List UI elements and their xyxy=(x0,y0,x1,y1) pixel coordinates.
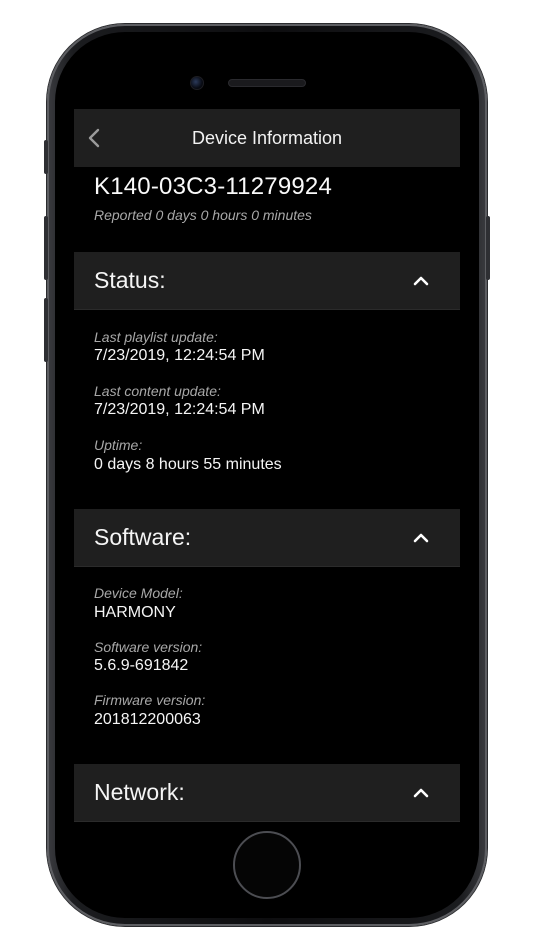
field-label-last-content-update: Last content update: xyxy=(94,383,221,399)
field-label-uptime: Uptime: xyxy=(94,437,143,453)
field-label-device-model: Device Model: xyxy=(94,585,183,601)
mute-switch xyxy=(44,140,48,174)
chevron-up-icon xyxy=(412,529,430,547)
field-label-last-playlist-update: Last playlist update: xyxy=(94,329,218,345)
section-title: Status: xyxy=(94,267,166,293)
page-title: Device Information xyxy=(191,128,343,148)
chevron-up-icon xyxy=(412,272,430,290)
reported-time: Reported 0 days 0 hours 0 minutes xyxy=(94,207,312,223)
chevron-up-icon xyxy=(412,784,430,802)
field-value-last-content-update: 7/23/2019, 12:24:54 PM xyxy=(94,401,265,418)
power-button xyxy=(486,216,490,280)
navigation-bar: Device Information xyxy=(74,109,460,167)
field-label-software-version: Software version: xyxy=(94,639,203,655)
field-value-firmware-version: 201812200063 xyxy=(94,711,201,728)
earpiece-speaker xyxy=(228,79,306,87)
field-value-software-version: 5.6.9-691842 xyxy=(94,657,189,674)
section-title: Network: xyxy=(94,779,185,805)
field-label-firmware-version: Firmware version: xyxy=(94,692,206,708)
field-value-last-playlist-update: 7/23/2019, 12:24:54 PM xyxy=(94,347,265,364)
section-header-status[interactable]: Status: xyxy=(74,252,460,310)
device-id: K140-03C3-11279924 xyxy=(94,173,333,200)
volume-up-button xyxy=(44,216,48,280)
field-value-device-model: HARMONY xyxy=(94,604,176,621)
front-camera xyxy=(190,76,204,90)
device-summary: K140-03C3-11279924 Reported 0 days 0 hou… xyxy=(74,167,460,252)
home-button[interactable] xyxy=(233,831,301,899)
section-header-network[interactable]: Network: xyxy=(74,764,460,822)
section-title: Software: xyxy=(94,524,192,550)
app-screen: Device Information K140-03C3-11279924 Re… xyxy=(74,109,460,822)
section-header-software[interactable]: Software: xyxy=(74,509,460,567)
volume-down-button xyxy=(44,298,48,362)
field-value-uptime: 0 days 8 hours 55 minutes xyxy=(94,456,282,473)
